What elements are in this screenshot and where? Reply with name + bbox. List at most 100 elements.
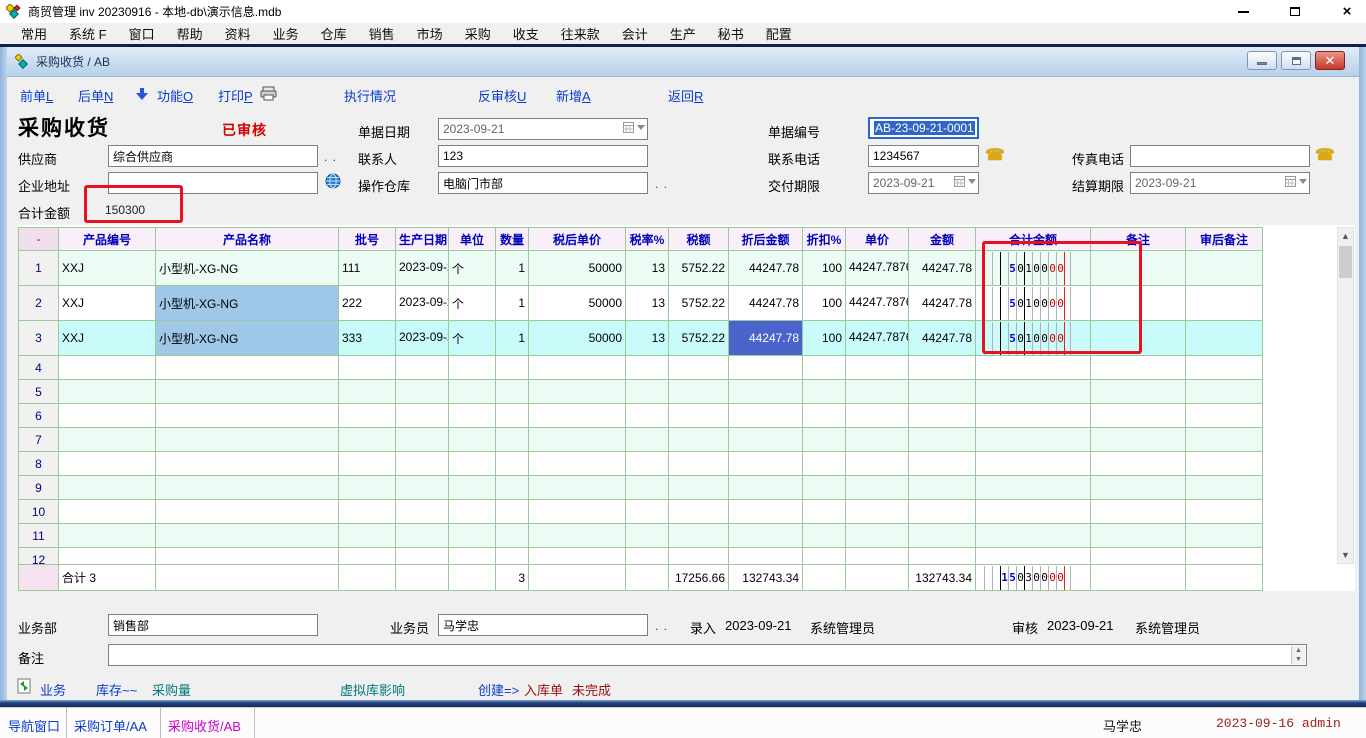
qty-cell[interactable] (496, 428, 529, 452)
row-number-cell[interactable]: 3 (19, 321, 59, 356)
menu-item-window[interactable]: 窗口 (118, 22, 166, 45)
note-cell[interactable] (1091, 428, 1186, 452)
prod-date-cell[interactable] (396, 548, 449, 565)
note-cell[interactable] (1091, 286, 1186, 321)
qty-cell[interactable] (496, 452, 529, 476)
row-number-cell[interactable]: 7 (19, 428, 59, 452)
note-cell[interactable] (1091, 380, 1186, 404)
note-cell[interactable] (1091, 524, 1186, 548)
close-button[interactable]: × (1336, 3, 1358, 21)
product-name-cell[interactable] (156, 452, 339, 476)
unit-price-cell[interactable] (846, 524, 909, 548)
disc-amount-cell[interactable] (729, 380, 803, 404)
net-price-cell[interactable]: 50000 (529, 251, 626, 286)
discount-cell[interactable] (803, 428, 846, 452)
product-code-cell[interactable] (59, 548, 156, 565)
audit-note-cell[interactable] (1186, 404, 1263, 428)
tax-rate-cell[interactable] (626, 524, 669, 548)
menu-item-production[interactable]: 生产 (659, 22, 707, 45)
net-price-cell[interactable] (529, 380, 626, 404)
total-amount-grid-cell[interactable] (976, 524, 1091, 548)
calendar-dropdown-icon[interactable] (968, 179, 976, 188)
audit-note-cell[interactable] (1186, 380, 1263, 404)
qty-cell[interactable] (496, 524, 529, 548)
disc-amount-cell[interactable] (729, 404, 803, 428)
tax-rate-cell[interactable] (626, 380, 669, 404)
child-restore-button[interactable] (1281, 51, 1311, 70)
col-header-product-name[interactable]: 产品名称 (156, 228, 339, 251)
net-price-cell[interactable] (529, 452, 626, 476)
row-number-cell[interactable]: 12 (19, 548, 59, 565)
discount-cell[interactable] (803, 380, 846, 404)
product-code-cell[interactable] (59, 452, 156, 476)
col-header-batch[interactable]: 批号 (339, 228, 396, 251)
batch-cell[interactable] (339, 548, 396, 565)
total-amount-grid-cell[interactable] (976, 404, 1091, 428)
tax-rate-cell[interactable]: 13 (626, 251, 669, 286)
back-button[interactable]: 返回R (668, 86, 703, 105)
agent-more-button[interactable]: . . (655, 619, 668, 633)
qty-cell[interactable] (496, 476, 529, 500)
spin-up-icon[interactable]: ▲ (1295, 647, 1302, 654)
col-header-unit[interactable]: 单位 (449, 228, 496, 251)
qty-cell[interactable] (496, 380, 529, 404)
total-amount-grid-cell[interactable] (976, 548, 1091, 565)
minimize-button[interactable] (1232, 3, 1254, 21)
tax-cell[interactable]: 5752.22 (669, 251, 729, 286)
product-name-cell[interactable]: 小型机-XG-NG (156, 321, 339, 356)
net-price-cell[interactable] (529, 500, 626, 524)
audit-note-cell[interactable] (1186, 476, 1263, 500)
printer-icon[interactable] (260, 86, 277, 104)
unit-price-cell[interactable]: 44247.787611 (846, 321, 909, 356)
audit-note-cell[interactable] (1186, 321, 1263, 356)
unit-price-cell[interactable] (846, 404, 909, 428)
print-button[interactable]: 打印P (218, 86, 253, 105)
tax-rate-cell[interactable]: 13 (626, 286, 669, 321)
product-name-cell[interactable] (156, 356, 339, 380)
create-link[interactable]: 创建=> (478, 680, 519, 699)
total-amount-grid-cell[interactable]: 5010000 (976, 321, 1091, 356)
amount-cell[interactable] (909, 356, 976, 380)
unit-cell[interactable] (449, 452, 496, 476)
menu-item-accounting[interactable]: 会计 (611, 22, 659, 45)
stock-link[interactable]: 库存~~ (96, 680, 137, 699)
tax-cell[interactable]: 5752.22 (669, 321, 729, 356)
product-name-cell[interactable] (156, 380, 339, 404)
col-header-total-amount[interactable]: 合计金额 (976, 228, 1091, 251)
tax-rate-cell[interactable] (626, 452, 669, 476)
menu-item-purchase[interactable]: 采购 (454, 22, 502, 45)
unit-cell[interactable]: 个 (449, 251, 496, 286)
net-price-cell[interactable] (529, 356, 626, 380)
unit-price-cell[interactable]: 44247.787611 (846, 286, 909, 321)
disc-amount-cell-active[interactable]: 44247.78 (729, 321, 803, 356)
agent-field[interactable]: 马学忠 (438, 614, 648, 636)
col-header-product-code[interactable]: 产品编号 (59, 228, 156, 251)
audit-note-cell[interactable] (1186, 452, 1263, 476)
product-code-cell[interactable]: XXJ (59, 286, 156, 321)
total-amount-grid-cell[interactable] (976, 476, 1091, 500)
product-name-cell[interactable] (156, 524, 339, 548)
tax-cell[interactable] (669, 404, 729, 428)
calendar-dropdown-icon[interactable] (1299, 179, 1307, 188)
batch-cell[interactable]: 111 (339, 251, 396, 286)
menu-item-common[interactable]: 常用 (10, 22, 58, 45)
col-header-discount[interactable]: 折扣% (803, 228, 846, 251)
row-number-cell[interactable]: 1 (19, 251, 59, 286)
total-amount-grid-cell[interactable] (976, 380, 1091, 404)
globe-icon[interactable] (325, 173, 341, 192)
unit-cell[interactable]: 个 (449, 286, 496, 321)
product-name-cell[interactable] (156, 500, 339, 524)
amount-cell[interactable] (909, 452, 976, 476)
note-cell[interactable] (1091, 251, 1186, 286)
prod-date-cell[interactable] (396, 380, 449, 404)
row-number-cell[interactable]: 4 (19, 356, 59, 380)
audit-note-cell[interactable] (1186, 428, 1263, 452)
audit-note-cell[interactable] (1186, 356, 1263, 380)
unit-cell[interactable] (449, 428, 496, 452)
spin-down-icon[interactable]: ▼ (1295, 656, 1302, 663)
product-code-cell[interactable] (59, 476, 156, 500)
product-code-cell[interactable] (59, 356, 156, 380)
menu-item-market[interactable]: 市场 (406, 22, 454, 45)
row-number-cell[interactable]: 2 (19, 286, 59, 321)
scroll-up-arrow[interactable]: ▲ (1338, 228, 1353, 244)
